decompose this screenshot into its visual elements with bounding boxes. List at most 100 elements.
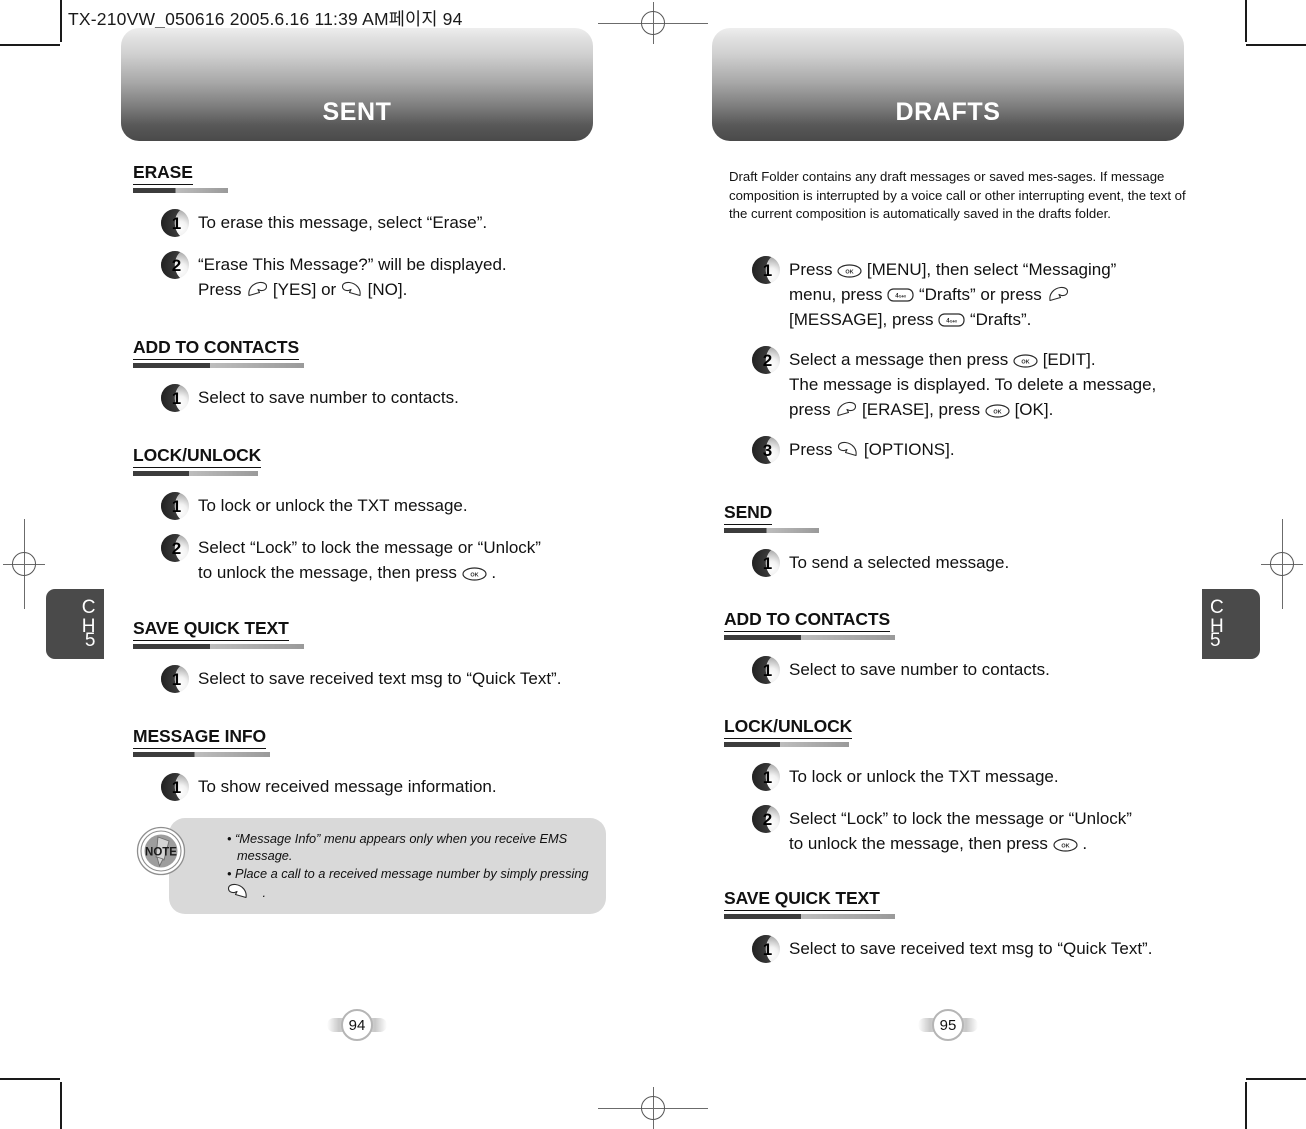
section: SAVE QUICK TEXT 1 Select to save received … [133,618,595,693]
crop-mark-bottom-right-vertical [1245,1082,1247,1129]
step-number: 1 [171,213,182,233]
section: LOCK/UNLOCK 1 To lock or unlock the TXT me… [724,716,1192,856]
section-rule [133,471,259,476]
step-description: To lock or unlock the TXT message. [198,492,468,518]
chapter-tab-right: C H 5 [1202,589,1260,659]
section: LOCK/UNLOCK 1 To lock or unlock the TXT me… [133,445,595,585]
ok-key-icon: OK [1013,350,1038,368]
crop-mark-top-left-horizontal [0,44,60,46]
step-number-badge: 1 [161,665,189,693]
section-title: MESSAGE INFO [133,726,266,749]
step-text-run: Press [789,260,838,279]
crop-mark-bottom-left-horizontal [0,1078,60,1080]
left-page-sections: ERASE 1 To erase this message, select “Era… [133,162,595,801]
step-number-badge: 1 [161,773,189,801]
step-text-run: Select “Lock” to lock the message or “Un… [789,809,1132,828]
step-number-badge: 1 [161,209,189,237]
step-text-run: To lock or unlock the TXT message. [789,767,1059,786]
left-page-banner-title: SENT [322,98,392,126]
end-key-icon [227,882,259,900]
chapter-tab-right-number: 5 [1210,630,1222,651]
end-key-icon [837,440,859,458]
step-text-run: . [259,885,267,900]
section-rule [724,528,819,533]
step-description: Select “Lock” to lock the message or “Un… [198,534,541,585]
note-badge-icon: NOTE [136,826,186,876]
step-text-run: To show received message information. [198,777,497,796]
section-rule [724,914,895,919]
step-text-run: The message is displayed. To delete a me… [789,375,1157,394]
step-list: 1 To lock or unlock the TXT message. 2 Sele… [724,763,1192,856]
section-rule [133,363,304,368]
left-page-banner: SENT [121,28,593,141]
step-number: 1 [171,777,182,797]
step-text-run: Select a message then press [789,350,1013,369]
crop-mark-bottom-left-vertical [60,1082,62,1129]
step-text-run: to unlock the message, then press [198,563,462,582]
send-key-icon [835,400,857,418]
ok-key-icon: OK [985,400,1010,418]
step-item: 1 Select to save number to contacts. [161,384,595,412]
step-number: 1 [171,388,182,408]
svg-text:NOTE: NOTE [145,847,177,859]
section-title: ADD TO CONTACTS [133,337,299,360]
step-number: 1 [171,669,182,689]
step-text-run: Press [789,440,838,459]
num4-key-icon: 4GHI [887,285,914,302]
step-description: To lock or unlock the TXT message. [789,763,1059,789]
section-title: SEND [724,502,772,525]
section: MESSAGE INFO 1 To show received message in… [133,726,595,801]
step-item: 1 To erase this message, select “Erase”. [161,209,595,237]
step-item: 1 To lock or unlock the TXT message. [752,763,1192,791]
section-rule [133,188,228,193]
ok-key-icon: OK [462,563,487,581]
section-title: SAVE QUICK TEXT [724,888,880,911]
step-number-badge: 3 [752,436,780,464]
step-description: Press OK [MENU], then select “Messaging”… [789,256,1116,332]
step-number: 1 [762,660,773,680]
ok-key-icon: OK [837,260,862,278]
step-number-badge: 2 [161,534,189,562]
step-list: 1 To erase this message, select “Erase”. 2… [133,209,595,302]
step-number: 2 [762,350,773,370]
send-key-icon [1047,285,1069,303]
section: SEND 1 To send a selected message. [724,502,1192,577]
step-description: Select a message then press OK [EDIT]. Th… [789,346,1156,422]
step-text-run: [OK]. [1009,400,1054,419]
step-number: 2 [762,809,773,829]
chapter-tab-left: C H 5 [46,589,104,659]
section: 1 Press OK [MENU], then select “Messaging… [724,256,1192,464]
note-box: NOTE “Message Info” menu appears only whe… [136,818,606,914]
step-text-run: [YES] or [268,280,341,299]
end-key-icon [341,280,363,298]
step-number-badge: 1 [752,256,780,284]
step-description: To send a selected message. [789,549,1009,575]
step-description: Select to save received text msg to “Qui… [198,665,561,691]
step-number-badge: 1 [752,763,780,791]
step-text-run: To send a selected message. [789,553,1010,572]
page-number-left-value: 94 [341,1009,373,1041]
step-list: 1 Select to save received text msg to “Qu… [724,935,1192,963]
step-list: 1 Select to save number to contacts. [724,656,1192,684]
step-text-run: [MESSAGE], press [789,310,939,329]
num4-key-icon: 4GHI [938,310,965,327]
registration-mark-top [598,2,708,44]
step-item: 1 Press OK [MENU], then select “Messaging… [752,256,1192,332]
step-number: 1 [762,260,773,280]
page-number-right-value: 95 [932,1009,964,1041]
step-description: Select to save received text msg to “Qui… [789,935,1152,961]
note-bullet: “Message Info” menu appears only when yo… [227,830,590,864]
step-text-run: [NO]. [362,280,408,299]
chapter-tab-left-number: 5 [84,630,96,651]
step-text-run: Select to save received text msg to “Qui… [198,669,562,688]
crop-mark-top-right-vertical [1245,0,1247,42]
step-list: 1 Select to save received text msg to “Qu… [133,665,595,693]
note-bullet: Place a call to a received message numbe… [227,865,590,901]
page-number-right: 95 [918,1004,978,1046]
step-text-run: Select to save number to contacts. [198,388,459,407]
registration-mark-right [1261,519,1303,609]
step-number: 2 [171,538,182,558]
step-item: 1 To lock or unlock the TXT message. [161,492,595,520]
svg-text:OK: OK [470,573,478,579]
step-text-run: . [1077,834,1088,853]
